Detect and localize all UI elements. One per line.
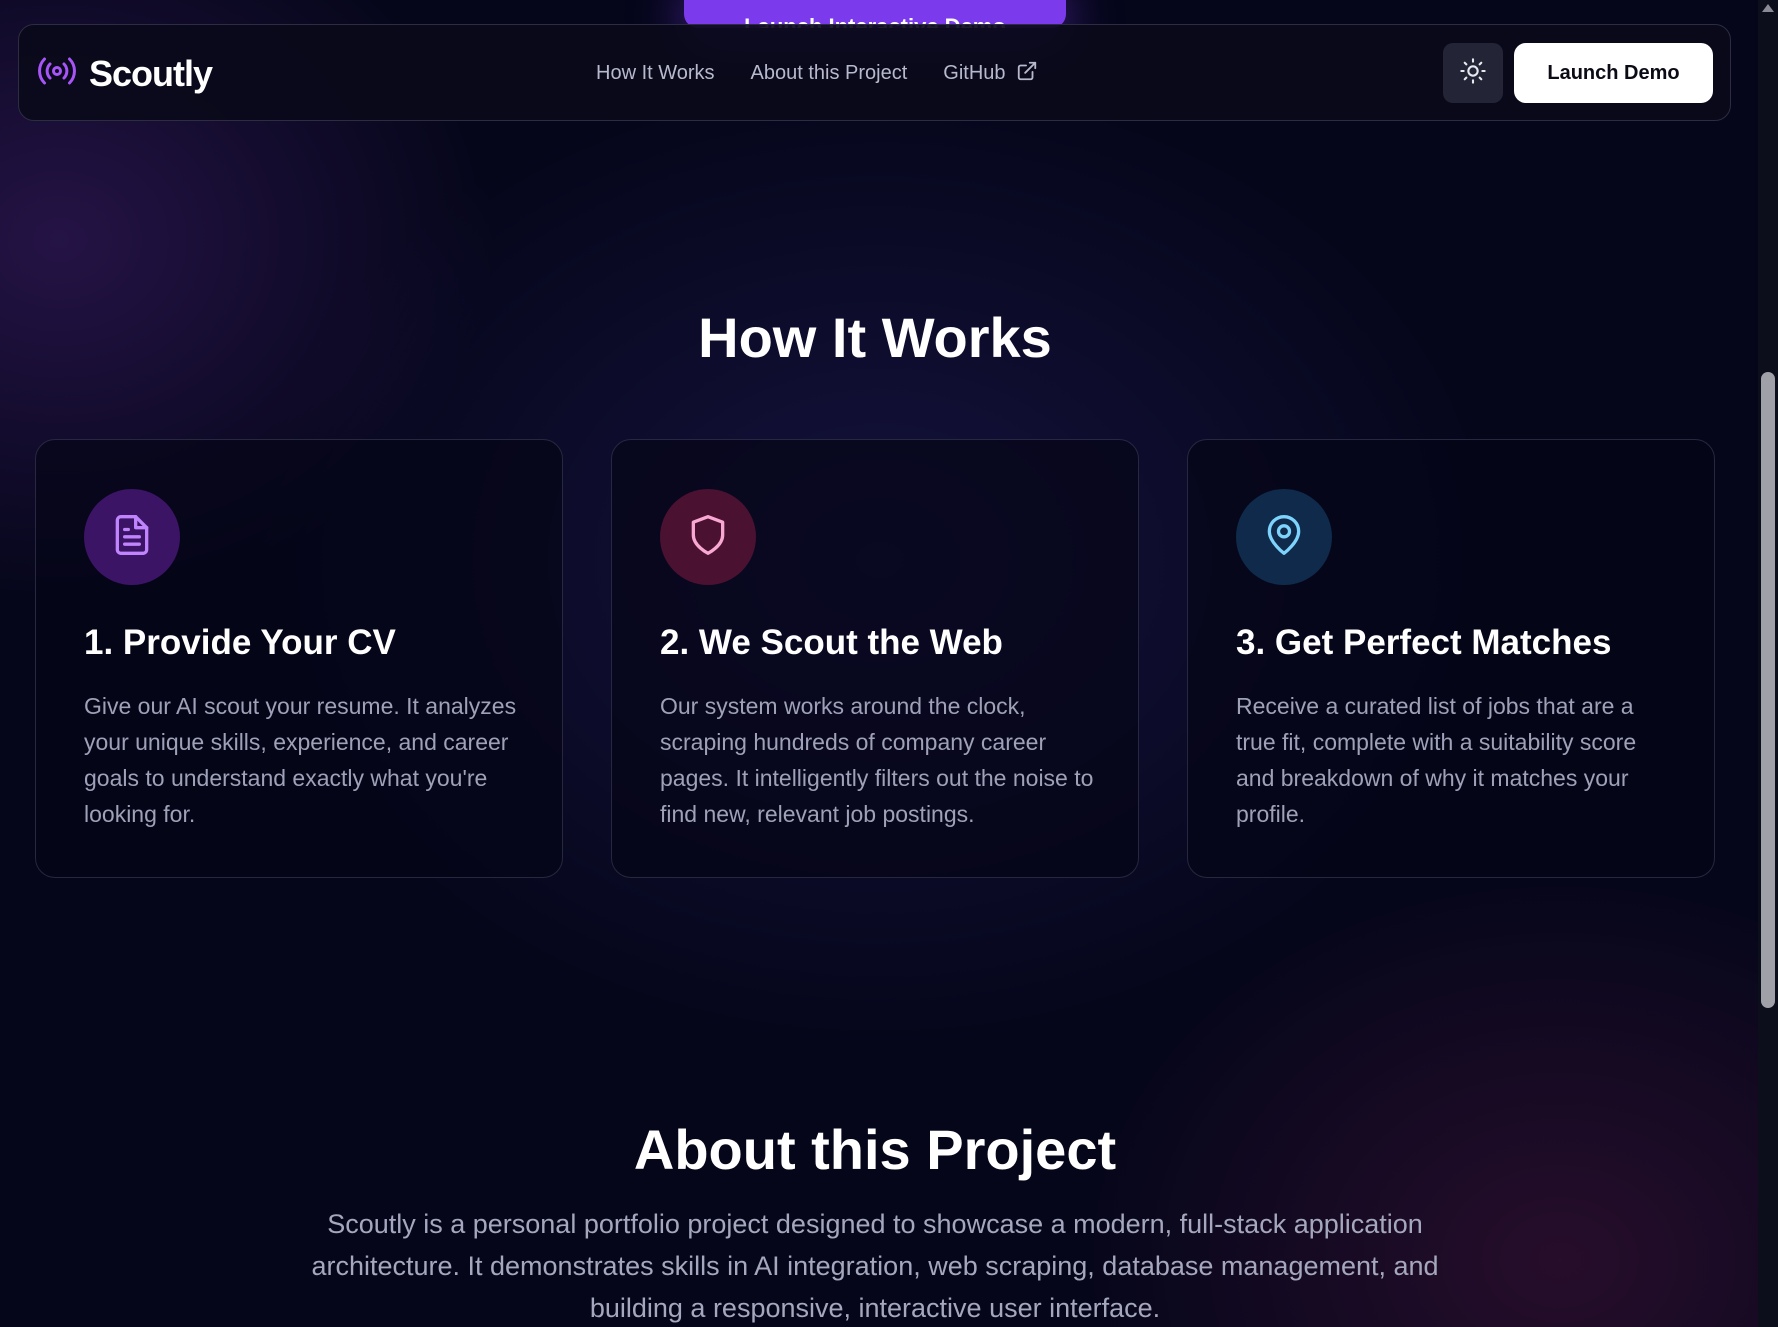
navbar: Scoutly How It Works About this Project … — [18, 24, 1731, 121]
page: Launch Interactive Demo Scoutly How It W… — [0, 0, 1758, 1327]
step-card-perfect-matches: 3. Get Perfect Matches Receive a curated… — [1187, 439, 1715, 878]
card-icon-circle — [84, 489, 180, 585]
card-description: Give our AI scout your resume. It analyz… — [84, 693, 517, 827]
document-icon — [110, 513, 154, 562]
card-icon-circle — [660, 489, 756, 585]
nav-how-it-works[interactable]: How It Works — [596, 62, 715, 85]
about-description: Scoutly is a personal portfolio project … — [311, 1209, 1439, 1323]
scrollbar-thumb[interactable] — [1761, 372, 1775, 1008]
card-title: 2. We Scout the Web — [660, 623, 1003, 662]
card-title: 3. Get Perfect Matches — [1236, 623, 1612, 662]
shield-icon — [686, 513, 730, 562]
nav-about-project-label: About this Project — [750, 62, 908, 84]
nav-how-it-works-label: How It Works — [596, 62, 715, 84]
card-description: Receive a curated list of jobs that are … — [1236, 693, 1637, 827]
scroll-up-arrow-icon[interactable] — [1762, 4, 1774, 12]
step-card-scout-web: 2. We Scout the Web Our system works aro… — [611, 439, 1139, 878]
card-title: 1. Provide Your CV — [84, 623, 396, 662]
theme-toggle-button[interactable] — [1443, 43, 1503, 103]
main-nav: How It Works About this Project GitHub — [596, 25, 1038, 122]
brand-logo[interactable]: Scoutly — [37, 25, 213, 122]
brand-name: Scoutly — [89, 52, 213, 94]
launch-demo-label: Launch Demo — [1547, 61, 1680, 84]
scrollbar[interactable] — [1758, 0, 1778, 1327]
sun-icon — [1459, 57, 1487, 90]
nav-github-label: GitHub — [943, 62, 1006, 84]
step-card-provide-cv: 1. Provide Your CV Give our AI scout you… — [35, 439, 563, 878]
card-description: Our system works around the clock, scrap… — [660, 693, 1094, 827]
card-icon-circle — [1236, 489, 1332, 585]
nav-about-project[interactable]: About this Project — [751, 62, 908, 85]
broadcast-icon — [37, 56, 77, 91]
about-title: About this Project — [633, 1118, 1117, 1181]
how-it-works-title: How It Works — [698, 306, 1052, 369]
nav-github[interactable]: GitHub — [943, 60, 1037, 88]
external-link-icon — [1016, 60, 1038, 88]
launch-demo-button[interactable]: Launch Demo — [1514, 43, 1713, 103]
map-pin-icon — [1262, 513, 1306, 562]
